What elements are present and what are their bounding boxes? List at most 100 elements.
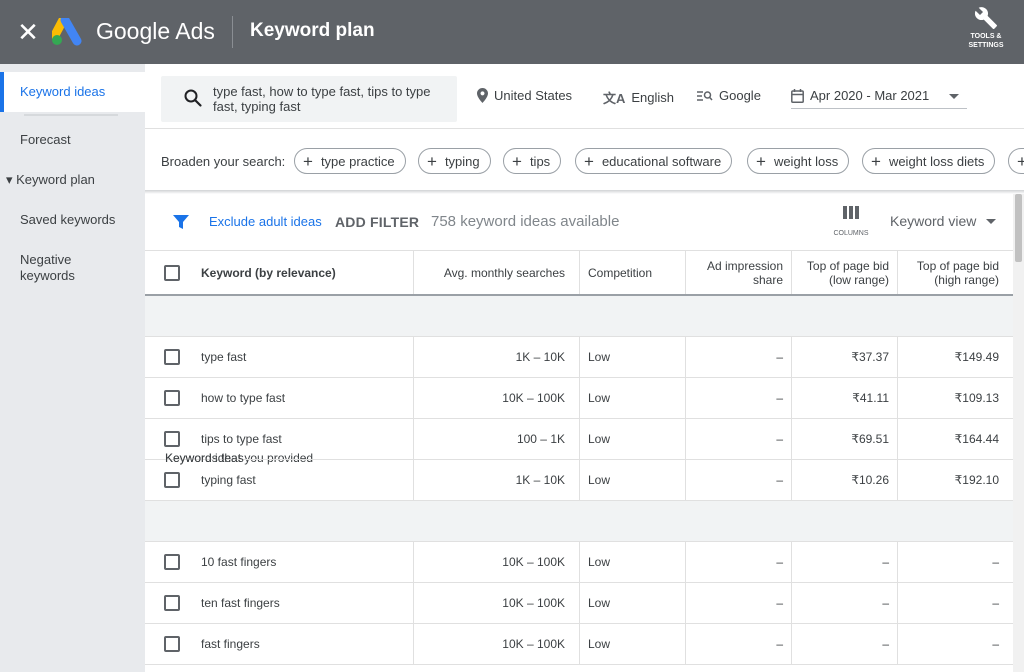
chip-label: type practice — [320, 153, 395, 169]
page-title: Keyword plan — [250, 20, 375, 41]
table-row: tips to type fast 100 – 1K Low – ₹69.51 … — [145, 419, 1013, 460]
competition-cell: Low — [579, 542, 685, 582]
keyword-view-dropdown[interactable]: Keyword view — [890, 213, 997, 229]
chip-label: tips — [529, 153, 551, 169]
exclude-adult-ideas-link[interactable]: Exclude adult ideas — [209, 214, 322, 229]
top-bar: ✕ Google Ads Keyword plan TOOLS & SETTIN… — [0, 0, 1024, 64]
searches-cell: 10K – 100K — [413, 542, 579, 582]
google-ads-logo — [52, 18, 82, 46]
plus-icon: + — [871, 151, 881, 171]
sidebar-item-keyword-plan[interactable]: ▾ Keyword plan — [0, 172, 145, 188]
row-checkbox[interactable] — [164, 554, 180, 570]
keyword-table: Keyword (by relevance) Avg. monthly sear… — [145, 250, 1013, 665]
wrench-icon — [974, 7, 997, 29]
keyword-cell: fast fingers — [201, 637, 260, 651]
search-line-2: fast, typing fast — [213, 99, 301, 114]
search-line-1: type fast, how to type fast, tips to typ… — [213, 84, 431, 99]
broaden-chip-overflow[interactable]: + — [1008, 148, 1024, 174]
location-selector[interactable]: United States — [477, 88, 572, 103]
impression-cell: – — [685, 460, 791, 500]
broaden-chip[interactable]: + weight loss — [747, 148, 850, 174]
table-row: fast fingers 10K – 100K Low – – – — [145, 624, 1013, 665]
header-text: Top of page bid — [806, 258, 889, 273]
chip-label: weight loss — [773, 153, 839, 169]
plus-icon: + — [756, 151, 766, 171]
searches-cell: 100 – 1K — [413, 419, 579, 459]
header-text: share — [752, 272, 783, 287]
language-selector[interactable]: 文A English — [603, 88, 674, 107]
broaden-chip[interactable]: + typing — [418, 148, 491, 174]
plus-icon: + — [584, 151, 594, 171]
chevron-down-icon[interactable] — [949, 94, 959, 99]
network-label: Google — [719, 88, 761, 103]
impression-cell: – — [685, 542, 791, 582]
vertical-scrollbar[interactable] — [1013, 194, 1024, 672]
bid-high-cell: ₹192.10 — [897, 460, 1013, 500]
bid-low-cell: – — [791, 583, 897, 623]
searches-cell: 1K – 10K — [413, 460, 579, 500]
bid-low-cell: ₹41.11 — [791, 378, 897, 418]
row-checkbox[interactable] — [164, 595, 180, 611]
add-filter-button[interactable]: ADD FILTER — [335, 214, 419, 230]
row-checkbox[interactable] — [164, 636, 180, 652]
header-bid-low[interactable]: Top of page bid (low range) — [791, 251, 897, 294]
impression-cell: – — [685, 378, 791, 418]
header-searches[interactable]: Avg. monthly searches — [413, 251, 579, 294]
header-text: Top of page bid — [916, 258, 999, 273]
scrollbar-thumb[interactable] — [1015, 194, 1022, 262]
header-text: Ad impression — [706, 258, 783, 273]
bid-low-cell: ₹69.51 — [791, 419, 897, 459]
sidebar-item-keyword-ideas[interactable]: Keyword ideas — [0, 72, 145, 112]
header-divider — [232, 16, 233, 48]
close-icon[interactable]: ✕ — [14, 18, 42, 46]
network-selector[interactable]: Google — [697, 88, 761, 103]
search-icon — [184, 89, 202, 107]
columns-button[interactable]: COLUMNS — [829, 206, 873, 237]
broaden-chip[interactable]: + educational software — [575, 148, 733, 174]
header-bid-high[interactable]: Top of page bid (high range) — [897, 251, 1013, 294]
sidebar-item-forecast[interactable]: Forecast — [0, 132, 145, 147]
filter-icon[interactable] — [173, 214, 189, 230]
searches-cell: 10K – 100K — [413, 583, 579, 623]
bid-low-cell: ₹37.37 — [791, 337, 897, 377]
table-row: 10 fast fingers 10K – 100K Low – – – — [145, 542, 1013, 583]
keyword-search-box[interactable]: type fast, how to type fast, tips to typ… — [161, 76, 457, 122]
sidebar-separator — [24, 114, 118, 116]
impression-cell: – — [685, 583, 791, 623]
impression-cell: – — [685, 419, 791, 459]
tools-settings-button[interactable]: TOOLS & SETTINGS — [958, 6, 1014, 50]
date-range-underline — [791, 108, 967, 109]
sidebar-item-negative-keywords[interactable]: Negative keywords — [0, 252, 145, 284]
translate-icon: 文A — [603, 91, 626, 106]
chip-label: weight loss diets — [888, 153, 985, 169]
broaden-chip[interactable]: + tips — [503, 148, 562, 174]
competition-cell: Low — [579, 378, 685, 418]
broaden-chip[interactable]: + weight loss diets — [862, 148, 996, 174]
competition-cell: Low — [579, 337, 685, 377]
plus-icon: + — [303, 151, 313, 171]
broaden-chip[interactable]: + type practice — [294, 148, 406, 174]
competition-cell: Low — [579, 419, 685, 459]
sidebar-item-saved-keywords[interactable]: Saved keywords — [0, 212, 145, 227]
section-shadow — [145, 190, 1024, 194]
language-label: English — [631, 90, 675, 105]
competition-cell: Low — [579, 624, 685, 664]
sidebar: Keyword ideas Forecast ▾ Keyword plan Sa… — [0, 64, 145, 672]
plus-icon: + — [1017, 151, 1024, 171]
brand-name: Google Ads — [96, 18, 215, 44]
divider — [145, 128, 1024, 129]
searches-cell: 10K – 100K — [413, 624, 579, 664]
plus-icon: + — [427, 151, 437, 171]
location-pin-icon — [477, 88, 488, 103]
search-network-icon — [697, 90, 713, 101]
header-competition[interactable]: Competition — [579, 251, 685, 294]
keyword-view-label: Keyword view — [890, 213, 977, 229]
sidebar-item-label: Negative — [20, 252, 72, 267]
competition-cell: Low — [579, 583, 685, 623]
row-check-cell — [164, 624, 182, 664]
header-impression-share[interactable]: Ad impression share — [685, 251, 791, 294]
table-row: typing fast 1K – 10K Low – ₹10.26 ₹192.1… — [145, 460, 1013, 501]
plus-icon: + — [512, 151, 522, 171]
bid-high-cell: – — [897, 542, 1013, 582]
date-range-selector[interactable]: Apr 2020 - Mar 2021 — [791, 88, 929, 103]
